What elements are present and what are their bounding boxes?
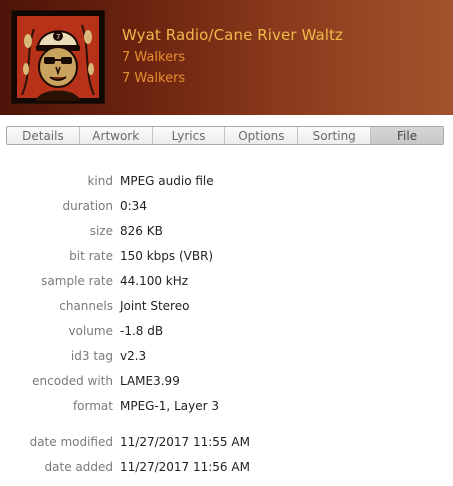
info-row-duration: duration 0:34 [0,199,453,217]
date-added-value: 11/27/2017 11:56 AM [120,460,250,474]
tab-details[interactable]: Details [7,127,80,144]
info-row-id3-tag: id3 tag v2.3 [0,349,453,367]
album-name: 7 Walkers [122,71,186,86]
song-title: Wyat Radio/Cane River Waltz [122,26,343,44]
sample-rate-label: sample rate [41,274,113,288]
svg-text:7: 7 [56,33,60,41]
info-row-sample-rate: sample rate 44.100 kHz [0,274,453,292]
format-label: format [72,399,113,413]
info-row-size: size 826 KB [0,224,453,242]
info-row-channels: channels Joint Stereo [0,299,453,317]
size-value: 826 KB [120,224,163,238]
kind-value: MPEG audio file [120,174,214,188]
id3-tag-label: id3 tag [70,349,113,363]
sample-rate-value: 44.100 kHz [120,274,189,288]
duration-label: duration [62,199,114,213]
info-tab-bar: Details Artwork Lyrics Options Sorting F… [6,126,444,145]
bit-rate-value: 150 kbps (VBR) [120,249,214,263]
duration-value: 0:34 [120,199,147,213]
tab-file[interactable]: File [371,127,443,144]
bit-rate-label: bit rate [69,249,113,263]
date-modified-value: 11/27/2017 11:55 AM [120,435,250,449]
encoded-with-label: encoded with [32,374,113,388]
song-header: 7 Wyat Radio/Cane River Waltz 7 Walkers … [0,0,453,115]
size-label: size [89,224,113,238]
album-art-illustration: 7 [12,11,104,103]
format-value: MPEG-1, Layer 3 [120,399,219,413]
tab-options[interactable]: Options [225,127,299,144]
album-artwork: 7 [12,11,104,103]
date-added-label: date added [44,460,113,474]
channels-value: Joint Stereo [120,299,190,313]
tab-lyrics[interactable]: Lyrics [153,127,226,144]
info-row-bit-rate: bit rate 150 kbps (VBR) [0,249,453,267]
encoded-with-value: LAME3.99 [120,374,180,388]
info-row-volume: volume -1.8 dB [0,324,453,342]
artist-name: 7 Walkers [122,50,186,65]
id3-tag-value: v2.3 [120,349,147,363]
info-row-date-added: date added 11/27/2017 11:56 AM [0,460,453,478]
date-modified-label: date modified [29,435,113,449]
info-row-encoded-with: encoded with LAME3.99 [0,374,453,392]
tab-artwork[interactable]: Artwork [80,127,153,144]
info-row-format: format MPEG-1, Layer 3 [0,399,453,417]
kind-label: kind [87,174,113,188]
info-row-kind: kind MPEG audio file [0,174,453,192]
tab-sorting[interactable]: Sorting [298,127,372,144]
channels-label: channels [59,299,113,313]
info-row-date-modified: date modified 11/27/2017 11:55 AM [0,435,453,453]
volume-value: -1.8 dB [120,324,164,338]
volume-label: volume [68,324,113,338]
